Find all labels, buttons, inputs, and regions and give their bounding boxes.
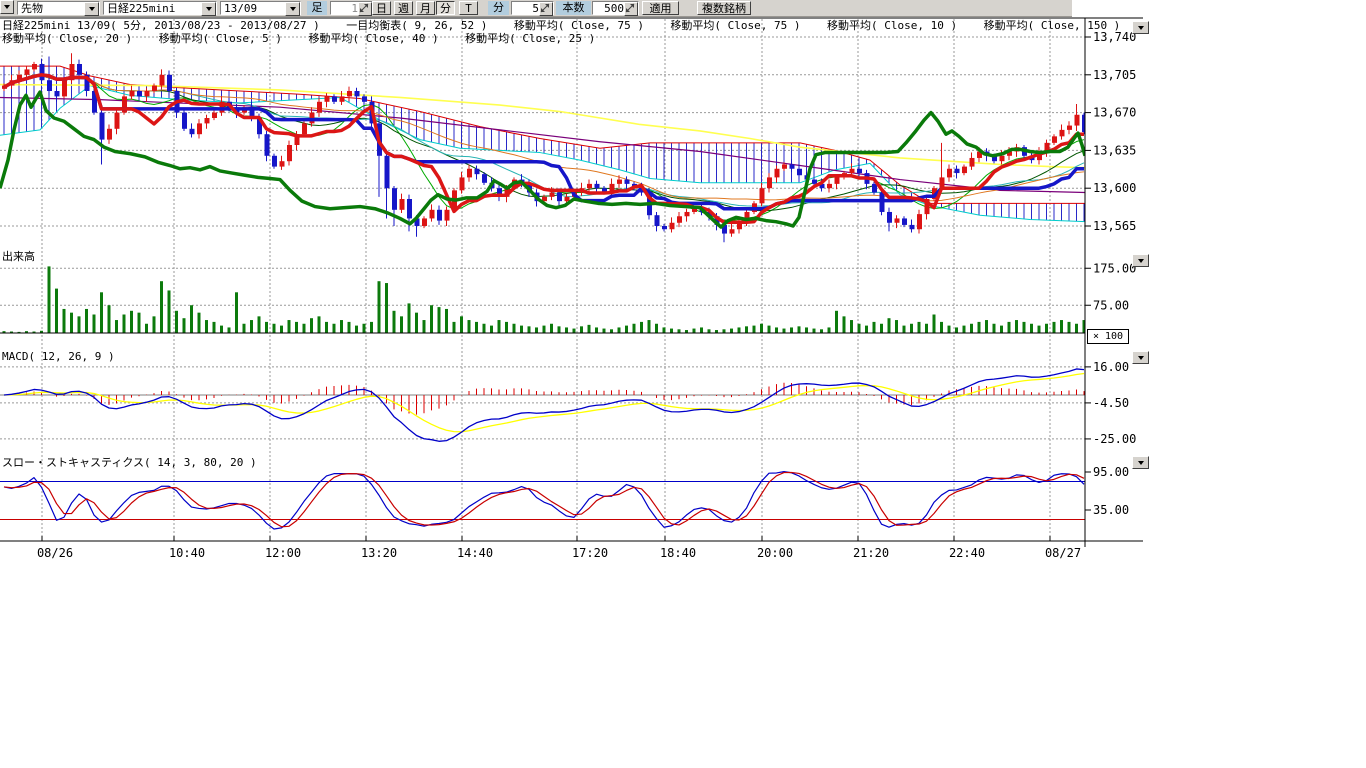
spin-icon[interactable] — [539, 2, 553, 16]
instrument-select[interactable]: 日経225mini — [103, 1, 217, 15]
chart-canvas: 13,74013,70513,67013,63513,60013,565175.… — [0, 0, 1366, 768]
spin-icon[interactable] — [358, 2, 372, 16]
svg-text:35.00: 35.00 — [1093, 503, 1129, 517]
contract-month-select[interactable]: 13/09 — [220, 1, 301, 15]
toolbar: 先物 日経225mini 13/09 足 1 日 週 月 分 T 分 5 本数 … — [0, 0, 1072, 17]
svg-text:14:40: 14:40 — [457, 546, 493, 560]
legend-line-2: 移動平均( Close, 20 ) 移動平均( Close, 5 ) 移動平均(… — [2, 30, 595, 46]
instrument-type-value: 先物 — [21, 2, 84, 15]
svg-text:-4.50: -4.50 — [1093, 396, 1129, 410]
bar-count-value: 1 — [351, 2, 358, 15]
svg-text:13,635: 13,635 — [1093, 143, 1136, 157]
svg-text:13,565: 13,565 — [1093, 219, 1136, 233]
multi-symbol-button[interactable]: 複数銘柄 — [697, 1, 751, 15]
stoch-d-line — [4, 472, 1084, 526]
svg-text:13:20: 13:20 — [361, 546, 397, 560]
chevron-down-icon — [1138, 461, 1144, 465]
svg-text:10:40: 10:40 — [169, 546, 205, 560]
macd-panel — [0, 369, 1085, 441]
interval-label: 分 — [488, 1, 509, 15]
svg-text:08/27: 08/27 — [1045, 546, 1081, 560]
svg-text:08/26: 08/26 — [37, 546, 73, 560]
stochastics-panel-label: スロー・ストキャスティクス( 14, 3, 80, 20 ) — [2, 454, 257, 470]
contract-month-value: 13/09 — [224, 2, 285, 15]
volume-multiplier-badge: × 100 — [1087, 329, 1129, 344]
svg-text:95.00: 95.00 — [1093, 465, 1129, 479]
bar-quantity-value: 500 — [604, 2, 624, 15]
leftmost-combo-arrow-icon[interactable] — [0, 0, 14, 14]
chevron-down-icon — [1138, 26, 1144, 30]
stoch-k-line — [4, 472, 1084, 529]
svg-text:17:20: 17:20 — [572, 546, 608, 560]
period-month-button[interactable]: 月 — [416, 1, 435, 15]
svg-text:21:20: 21:20 — [853, 546, 889, 560]
period-minute-button[interactable]: 分 — [436, 1, 455, 15]
instrument-value: 日経225mini — [107, 2, 201, 15]
svg-text:75.00: 75.00 — [1093, 298, 1129, 312]
macd-line — [4, 369, 1084, 441]
interval-spinner[interactable]: 5 — [511, 1, 554, 15]
macd-panel-dropdown-button[interactable] — [1132, 351, 1149, 364]
chevron-down-icon — [1138, 356, 1144, 360]
svg-text:-25.00: -25.00 — [1093, 432, 1136, 446]
spin-icon[interactable] — [624, 2, 638, 16]
period-tick-button[interactable]: T — [459, 1, 478, 15]
price-panel-dropdown-button[interactable] — [1132, 21, 1149, 34]
period-day-button[interactable]: 日 — [372, 1, 391, 15]
volume-panel-dropdown-button[interactable] — [1132, 254, 1149, 267]
apply-button[interactable]: 適用 — [642, 1, 679, 15]
bar-quantity-label: 本数 — [556, 1, 591, 15]
svg-text:13,600: 13,600 — [1093, 181, 1136, 195]
chevron-down-icon[interactable] — [285, 2, 300, 16]
svg-text:16.00: 16.00 — [1093, 360, 1129, 374]
stochastics-panel-dropdown-button[interactable] — [1132, 456, 1149, 469]
price-panel — [0, 53, 1087, 242]
volume-panel — [0, 266, 1086, 333]
svg-text:12:00: 12:00 — [265, 546, 301, 560]
volume-panel-label: 出来高 — [2, 248, 35, 264]
chevron-down-icon[interactable] — [201, 2, 216, 16]
chevron-down-icon — [1138, 259, 1144, 263]
svg-text:13,705: 13,705 — [1093, 68, 1136, 82]
stochastics-panel — [0, 472, 1085, 529]
bar-type-label: 足 — [307, 1, 327, 15]
svg-text:22:40: 22:40 — [949, 546, 985, 560]
chevron-down-icon — [4, 5, 10, 9]
svg-text:20:00: 20:00 — [757, 546, 793, 560]
bar-count-spinner[interactable]: 1 — [330, 1, 373, 15]
svg-text:13,670: 13,670 — [1093, 106, 1136, 120]
period-week-button[interactable]: 週 — [394, 1, 413, 15]
macd-panel-label: MACD( 12, 26, 9 ) — [2, 350, 115, 363]
bar-quantity-spinner[interactable]: 500 — [592, 1, 639, 15]
chart-application-window: 先物 日経225mini 13/09 足 1 日 週 月 分 T 分 5 本数 … — [0, 0, 1366, 768]
interval-value: 5 — [532, 2, 539, 15]
svg-text:175.00: 175.00 — [1093, 261, 1136, 275]
chevron-down-icon[interactable] — [84, 2, 99, 16]
svg-text:18:40: 18:40 — [660, 546, 696, 560]
instrument-type-select[interactable]: 先物 — [17, 1, 100, 15]
